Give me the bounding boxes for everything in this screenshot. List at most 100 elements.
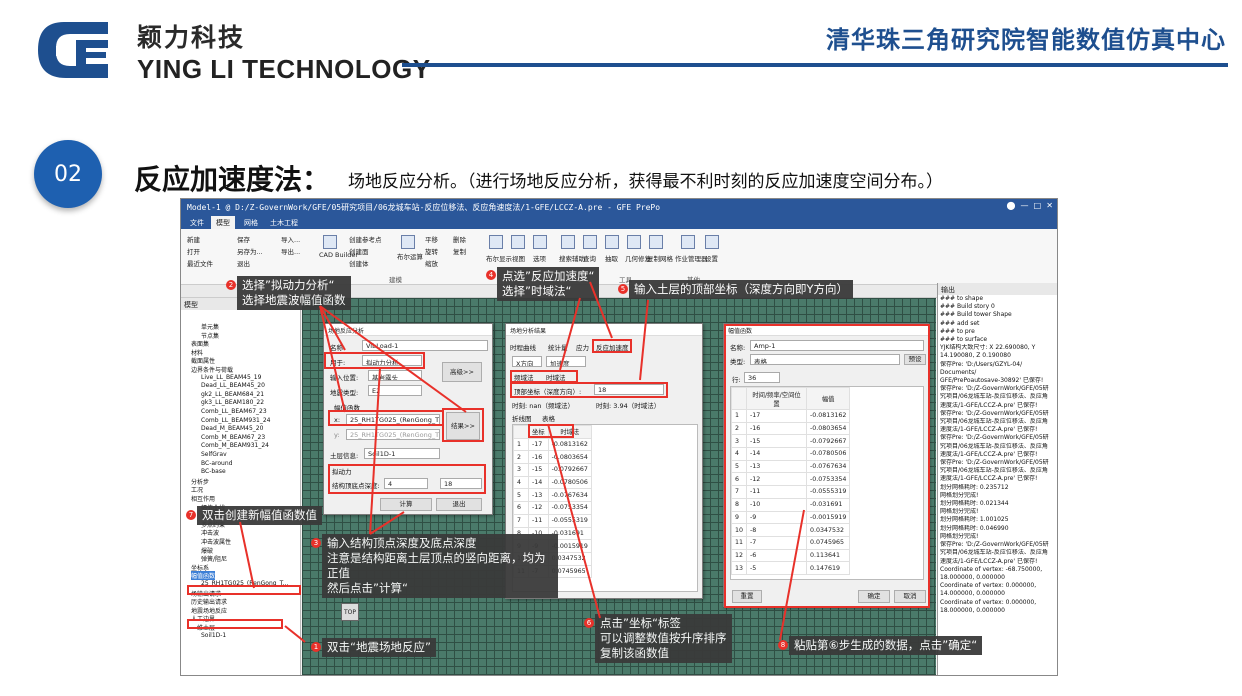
- soil-select[interactable]: Soil1D-1: [364, 448, 440, 459]
- table-cell[interactable]: -0.0803654: [547, 450, 592, 465]
- company-name-cn: 颖力科技: [137, 23, 246, 52]
- open-button[interactable]: 打开: [187, 246, 200, 256]
- callout-step6-line3: 复制该函数值: [600, 646, 669, 660]
- output-line: 18.000000, 0.000000: [940, 573, 1005, 581]
- table-cell[interactable]: -0.0767634: [547, 488, 592, 503]
- quake-type-select[interactable]: E2: [368, 385, 422, 396]
- compute-button[interactable]: 计算: [380, 498, 432, 511]
- table-cell[interactable]: 4: [513, 475, 530, 490]
- job-manager-button[interactable]: 作业管理器: [675, 253, 708, 263]
- exit-button[interactable]: 退出: [436, 498, 482, 511]
- tree-item[interactable]: Dead_M_BEAM45_20: [201, 425, 263, 432]
- table-cell[interactable]: 1: [513, 437, 530, 452]
- dialog-title: 场地分析结果: [506, 324, 702, 336]
- table-row[interactable]: 5 -13 -0.0767634: [513, 488, 592, 503]
- table-cell[interactable]: -0.0813162: [547, 437, 592, 452]
- callout-step3: 输入结构顶点深度及底点深度 注意是结构距离土层顶点的竖向距离，均为正值 然后点击”计…: [322, 534, 558, 598]
- tree-item[interactable]: Soil1D-1: [201, 632, 226, 639]
- tab-statistics[interactable]: 统计量: [548, 342, 568, 352]
- tree-item[interactable]: BC-around: [201, 460, 232, 467]
- recent-button[interactable]: 最近文件: [187, 258, 213, 268]
- create-face-button[interactable]: 创建面: [349, 246, 369, 256]
- table-cell[interactable]: -16: [528, 450, 549, 465]
- table-cell[interactable]: 2: [513, 450, 530, 465]
- tree-item[interactable]: Comb_M_BEAM931_24: [201, 442, 269, 449]
- table-cell[interactable]: 7: [513, 513, 530, 528]
- table-cell[interactable]: 6: [513, 501, 530, 515]
- ribbon-tabs: 文件 模型 网格 土木工程: [181, 215, 1057, 229]
- table-cell[interactable]: -12: [528, 501, 549, 515]
- table-cell[interactable]: -0.0792667: [547, 463, 592, 477]
- tree-item[interactable]: gk3_LL_BEAM180_22: [201, 399, 264, 406]
- table-cell[interactable]: -11: [528, 513, 549, 528]
- export-button[interactable]: 导出...: [281, 246, 300, 256]
- rotate-button[interactable]: 旋转: [425, 246, 438, 256]
- tab-model[interactable]: 模型: [211, 216, 235, 229]
- table-cell[interactable]: -13: [528, 488, 549, 503]
- output-line: YJK结构大致尺寸: X 22.690080, Y: [940, 344, 1036, 352]
- table-row[interactable]: 2 -16 -0.0803654: [513, 450, 592, 465]
- tree-item[interactable]: Comb_M_BEAM67_23: [201, 434, 265, 441]
- view-button[interactable]: 视图: [512, 253, 525, 263]
- tree-item[interactable]: SelfGrav: [201, 451, 227, 458]
- direction-select[interactable]: X方向: [512, 356, 542, 367]
- table-cell[interactable]: -0.0555319: [547, 513, 592, 528]
- delete-button[interactable]: 删除: [453, 234, 466, 244]
- table-row[interactable]: 3 -15 -0.0792667: [513, 463, 592, 477]
- query-button[interactable]: 查询: [583, 253, 596, 263]
- tree-item[interactable]: Comb_LL_BEAM931_24: [201, 417, 270, 424]
- advanced-button[interactable]: 高级>>: [442, 362, 482, 382]
- copy-button[interactable]: 复制: [453, 246, 466, 256]
- tab-mesh[interactable]: 网格: [239, 216, 263, 229]
- table-cell[interactable]: -15: [528, 463, 549, 477]
- settings-button[interactable]: 设置: [705, 253, 718, 263]
- table-row[interactable]: 6 -12 -0.0753354: [513, 501, 592, 515]
- table-cell[interactable]: -14: [528, 475, 549, 490]
- tab-stress[interactable]: 应力: [576, 342, 589, 352]
- import-button[interactable]: 导入...: [281, 234, 300, 244]
- tree-item[interactable]: gk2_LL_BEAM684_21: [201, 391, 264, 398]
- table-cell[interactable]: 3: [513, 463, 530, 477]
- new-button[interactable]: 新建: [187, 234, 200, 244]
- table-row[interactable]: 1 -17 -0.0813162: [513, 437, 592, 452]
- bool-show-button[interactable]: 布尔显示: [486, 253, 512, 263]
- section-number-badge: 02: [34, 140, 102, 208]
- output-line: ### to shape: [940, 295, 984, 302]
- input-select[interactable]: 基岩露头: [368, 370, 422, 381]
- callout-step3-line1: 输入结构顶点深度及底点深度: [327, 536, 477, 550]
- translate-button[interactable]: 平移: [425, 234, 438, 244]
- exit-button[interactable]: 退出: [237, 258, 250, 268]
- ref-point-button[interactable]: 创建参考点: [349, 234, 382, 244]
- table-cell[interactable]: -0.0780506: [547, 475, 592, 490]
- options-button[interactable]: 选项: [533, 253, 546, 263]
- tree-item[interactable]: Live_LL_BEAM45_19: [201, 374, 261, 381]
- tree-item[interactable]: Dead_LL_BEAM45_20: [201, 382, 265, 389]
- tree-item[interactable]: BC-base: [201, 468, 226, 475]
- tab-time-history[interactable]: 时程曲线: [510, 342, 536, 352]
- table-row[interactable]: 4 -14 -0.0780506: [513, 475, 592, 490]
- subtab-table[interactable]: 表格: [542, 413, 555, 423]
- copy-mesh-button[interactable]: 复制网格: [647, 253, 673, 263]
- type-label: 地震类型:: [330, 389, 359, 397]
- output-line: ### Build story 0: [940, 303, 995, 311]
- create-solid-button[interactable]: 创建体: [349, 258, 369, 268]
- window-controls[interactable]: ⬤ — □ ✕: [1007, 201, 1053, 210]
- tree-item[interactable]: Comb_LL_BEAM67_23: [201, 408, 267, 415]
- scale-button[interactable]: 缩放: [425, 258, 438, 268]
- tab-file[interactable]: 文件: [185, 216, 209, 229]
- bool-button[interactable]: 布尔运算: [397, 251, 423, 261]
- view-cube[interactable]: TOP: [341, 603, 359, 621]
- table-cell[interactable]: -17: [528, 437, 549, 452]
- save-as-button[interactable]: 另存为...: [237, 246, 263, 256]
- subtab-chart[interactable]: 折线图: [512, 413, 532, 423]
- name-field[interactable]: VibLoad-1: [362, 340, 488, 351]
- pick-button[interactable]: 抽取: [605, 253, 618, 263]
- table-cell[interactable]: 5: [513, 488, 530, 503]
- y-amp-select[interactable]: 25_RH1TG025_(RenGong_T: [346, 429, 440, 440]
- quantity-select[interactable]: 加速度: [546, 356, 586, 367]
- save-button[interactable]: 保存: [237, 234, 250, 244]
- tab-civil[interactable]: 土木工程: [265, 216, 303, 229]
- search-button[interactable]: 搜索辅助: [559, 253, 585, 263]
- table-row[interactable]: 7 -11 -0.0555319: [513, 513, 592, 528]
- table-cell[interactable]: -0.0753354: [547, 501, 592, 515]
